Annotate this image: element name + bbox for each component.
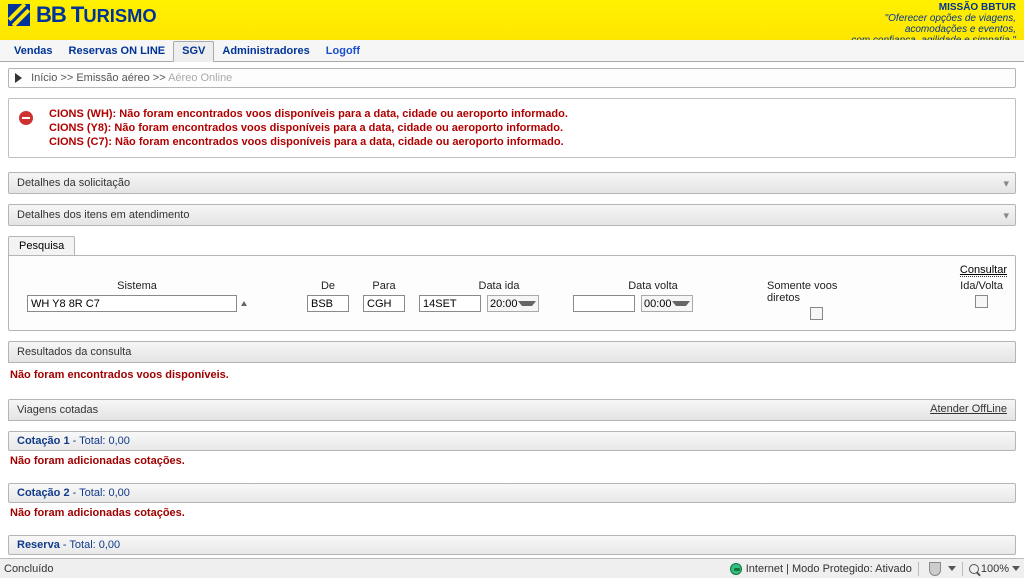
chevron-down-icon[interactable] <box>948 566 956 571</box>
error-icon <box>19 111 33 125</box>
label-de: De <box>321 280 335 292</box>
chevron-down-icon: ▾ <box>1003 177 1009 190</box>
data-volta-input[interactable] <box>573 295 635 312</box>
chevron-down-icon <box>672 301 690 306</box>
cotacao1-total: - Total: 0,00 <box>70 435 130 447</box>
status-left: Concluído <box>4 563 54 575</box>
tab-reservas[interactable]: Reservas ON LINE <box>61 42 174 61</box>
breadcrumb-current: Aéreo Online <box>168 72 232 84</box>
atender-offline-link[interactable]: Atender OffLine <box>930 403 1007 415</box>
data-ida-input[interactable] <box>419 295 481 312</box>
label-idavolta: Ida/Volta <box>960 280 1003 292</box>
zoom-value: 100% <box>981 563 1009 575</box>
cotacao1-msg: Não foram adicionadas cotações. <box>8 451 1016 477</box>
sistema-input[interactable] <box>27 295 237 312</box>
viagens-header: Viagens cotadas Atender OffLine <box>8 399 1016 421</box>
globe-icon <box>730 563 742 575</box>
tab-sgv[interactable]: SGV <box>173 41 214 62</box>
alert-panel: CIONS (WH): Não foram encontrados voos d… <box>8 98 1016 158</box>
mission-line: "Oferecer opções de viagens, <box>851 13 1016 24</box>
label-para: Para <box>372 280 395 292</box>
label-data-volta: Data volta <box>628 280 678 292</box>
breadcrumb-sep: >> <box>60 72 73 84</box>
tab-logoff[interactable]: Logoff <box>318 42 368 61</box>
idavolta-checkbox[interactable] <box>975 295 988 308</box>
alert-line: CIONS (WH): Não foram encontrados voos d… <box>49 107 568 121</box>
panel-detalhes-solicitacao[interactable]: Detalhes da solicitação ▾ <box>8 172 1016 194</box>
content-area: Início >> Emissão aéreo >> Aéreo Online … <box>0 62 1024 558</box>
mission-line: acomodações e eventos, <box>851 24 1016 35</box>
breadcrumb: Início >> Emissão aéreo >> Aéreo Online <box>8 68 1016 88</box>
chevron-down-icon: ▾ <box>1003 209 1009 222</box>
resultados-header: Resultados da consulta <box>8 341 1016 363</box>
tab-vendas[interactable]: Vendas <box>6 42 61 61</box>
zoom-control[interactable]: 100% <box>969 563 1020 575</box>
pesquisa-tab[interactable]: Pesquisa <box>8 236 75 255</box>
alert-line: CIONS (Y8): Não foram encontrados voos d… <box>49 121 568 135</box>
nav-tabs: Vendas Reservas ON LINE SGV Administrado… <box>0 40 1024 62</box>
reserva-header[interactable]: Reserva - Total: 0,00 <box>8 535 1016 555</box>
status-bar: Concluído Internet | Modo Protegido: Ati… <box>0 558 1024 578</box>
label-sistema: Sistema <box>117 280 157 292</box>
para-input[interactable] <box>363 295 405 312</box>
logo-mark-icon <box>8 4 30 26</box>
mission-title: MISSÃO BBTUR <box>851 2 1016 13</box>
panel-detalhes-itens[interactable]: Detalhes dos itens em atendimento ▾ <box>8 204 1016 226</box>
resultados-title: Resultados da consulta <box>17 346 131 358</box>
reserva-msg: Não foram adicionadas cotações. <box>8 555 1016 558</box>
breadcrumb-play-icon[interactable] <box>15 73 22 83</box>
breadcrumb-emissao[interactable]: Emissão aéreo <box>76 72 149 84</box>
label-diretos: Somente voos diretos <box>767 280 866 304</box>
cotacao1-header[interactable]: Cotação 1 - Total: 0,00 <box>8 431 1016 451</box>
pesquisa-panel: Consultar Sistema De Para <box>8 255 1016 331</box>
top-banner: BB TURISMO MISSÃO BBTUR "Oferecer opções… <box>0 0 1024 40</box>
chevron-down-icon <box>1012 566 1020 571</box>
logo: BB TURISMO <box>8 0 157 28</box>
panel-title: Detalhes da solicitação <box>17 177 130 189</box>
cotacao2-header[interactable]: Cotação 2 - Total: 0,00 <box>8 483 1016 503</box>
shield-icon <box>929 562 941 576</box>
hora-volta-select[interactable]: 00:00 <box>641 295 693 312</box>
alert-line: CIONS (C7): Não foram encontrados voos d… <box>49 135 568 149</box>
cotacao2-msg: Não foram adicionadas cotações. <box>8 503 1016 529</box>
breadcrumb-inicio[interactable]: Início <box>31 72 57 84</box>
viagens-title: Viagens cotadas <box>17 404 98 416</box>
somente-diretos-checkbox[interactable] <box>810 307 823 320</box>
breadcrumb-sep: >> <box>153 72 166 84</box>
cotacao1-title: Cotação 1 <box>17 435 70 447</box>
hora-volta-value: 00:00 <box>644 298 672 310</box>
resultados-msg: Não foram encontrados voos disponíveis. <box>8 363 1016 393</box>
hora-ida-select[interactable]: 20:00 <box>487 295 539 312</box>
de-input[interactable] <box>307 295 349 312</box>
label-data-ida: Data ida <box>479 280 520 292</box>
reserva-title: Reserva <box>17 539 60 551</box>
tab-administradores[interactable]: Administradores <box>214 42 317 61</box>
consultar-link[interactable]: Consultar <box>17 264 1007 276</box>
logo-text: BB TURISMO <box>36 2 157 28</box>
panel-title: Detalhes dos itens em atendimento <box>17 209 189 221</box>
cotacao2-total: - Total: 0,00 <box>70 487 130 499</box>
hora-ida-value: 20:00 <box>490 298 518 310</box>
sistema-sort-icon[interactable] <box>241 301 247 306</box>
reserva-total: - Total: 0,00 <box>60 539 120 551</box>
cotacao2-title: Cotação 2 <box>17 487 70 499</box>
zoom-icon <box>969 564 979 574</box>
status-mode: Internet | Modo Protegido: Ativado <box>746 563 912 575</box>
chevron-down-icon <box>518 301 536 306</box>
